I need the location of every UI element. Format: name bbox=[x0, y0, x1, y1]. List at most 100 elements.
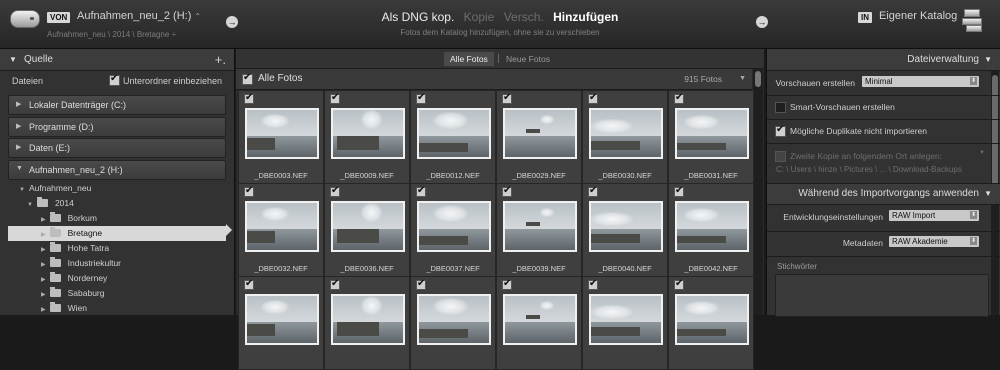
photo-thumbnail[interactable] bbox=[503, 201, 577, 252]
photo-cell[interactable]: _DBE0009.NEF bbox=[324, 90, 410, 184]
photo-cell[interactable]: _DBE0039.NEF bbox=[496, 183, 582, 277]
drive-label[interactable]: Daten (E:) bbox=[29, 143, 70, 153]
photo-cell[interactable]: _DBE0032.NEF bbox=[238, 183, 324, 277]
photo-checkbox[interactable] bbox=[330, 92, 340, 104]
photo-checkbox[interactable] bbox=[416, 278, 426, 290]
expand-icon[interactable]: ▶ bbox=[41, 247, 46, 253]
keywords-input[interactable] bbox=[775, 274, 989, 317]
source-panel-header[interactable]: ▼ Quelle +. bbox=[0, 49, 234, 71]
apply-during-import-header[interactable]: Während des Importvorgangs anwenden ▼ bbox=[767, 183, 1000, 205]
source-path-text[interactable]: Aufnahmen_neu \ 2014 \ Bretagne bbox=[47, 30, 169, 39]
folder-label[interactable]: Aufnahmen_neu bbox=[29, 183, 91, 193]
photo-thumbnail[interactable] bbox=[589, 108, 663, 159]
expand-icon[interactable]: ▶ bbox=[41, 307, 46, 313]
photo-checkbox[interactable] bbox=[674, 92, 684, 104]
collapse-icon[interactable]: ▼ bbox=[984, 189, 992, 198]
drive-row[interactable]: ▶ Lokaler Datenträger (C:) bbox=[8, 95, 226, 115]
photo-checkbox[interactable] bbox=[416, 185, 426, 197]
photo-cell[interactable] bbox=[410, 276, 496, 370]
previews-select[interactable]: Minimal ⬍ bbox=[862, 76, 979, 87]
folder-label[interactable]: Industriekultur bbox=[68, 258, 121, 268]
tree-folder[interactable]: ▼ Aufnahmen_neu bbox=[0, 181, 234, 196]
photo-thumbnail[interactable] bbox=[245, 294, 319, 345]
collapse-icon[interactable]: ▼ bbox=[16, 165, 23, 172]
folder-label[interactable]: Hohe Tatra bbox=[68, 243, 109, 253]
dropdown-icon[interactable]: ⬍ bbox=[970, 237, 977, 245]
drive-row[interactable]: ▶ Daten (E:) bbox=[8, 138, 226, 158]
expand-icon[interactable]: ▶ bbox=[41, 217, 46, 223]
chevron-icon[interactable]: ÷ bbox=[172, 30, 176, 39]
photo-thumbnail[interactable] bbox=[331, 294, 405, 345]
smart-previews-row[interactable]: Smart-Vorschauen erstellen bbox=[767, 100, 1000, 114]
photo-checkbox[interactable] bbox=[244, 278, 254, 290]
tree-folder[interactable]: ▶ Bretagne bbox=[0, 226, 234, 241]
photo-thumbnail[interactable] bbox=[675, 108, 749, 159]
folder-label[interactable]: Norderney bbox=[68, 273, 108, 283]
tree-folder[interactable]: ▶ Borkum bbox=[0, 211, 234, 226]
photo-thumbnail[interactable] bbox=[675, 294, 749, 345]
photo-checkbox[interactable] bbox=[416, 92, 426, 104]
collapse-icon[interactable]: ▼ bbox=[984, 55, 992, 64]
folder-label[interactable]: Borkum bbox=[68, 213, 97, 223]
smart-previews-label[interactable]: Smart-Vorschauen erstellen bbox=[790, 102, 895, 112]
tree-folder[interactable]: ▼ 2014 bbox=[0, 196, 234, 211]
photo-cell[interactable]: _DBE0029.NEF bbox=[496, 90, 582, 184]
expand-icon[interactable]: ▶ bbox=[16, 122, 21, 130]
photo-cell[interactable]: _DBE0042.NEF bbox=[668, 183, 754, 277]
photo-thumbnail[interactable] bbox=[589, 201, 663, 252]
mode-add[interactable]: Hinzufügen bbox=[553, 10, 618, 24]
photo-checkbox[interactable] bbox=[588, 278, 598, 290]
destination-catalog[interactable]: Eigener Katalog bbox=[879, 10, 957, 22]
smart-previews-checkbox[interactable] bbox=[775, 102, 786, 113]
photo-thumbnail[interactable] bbox=[503, 108, 577, 159]
collapse-icon[interactable]: ▼ bbox=[19, 187, 25, 193]
source-title[interactable]: Aufnahmen_neu_2 (H:) bbox=[77, 10, 191, 22]
photo-checkbox[interactable] bbox=[502, 185, 512, 197]
metadata-select[interactable]: RAW Akademie ⬍ bbox=[889, 236, 979, 247]
photo-thumbnail[interactable] bbox=[245, 201, 319, 252]
photo-thumbnail[interactable] bbox=[589, 294, 663, 345]
file-handling-header[interactable]: Dateiverwaltung ▼ bbox=[767, 49, 1000, 71]
tree-folder[interactable]: ▶ Norderney bbox=[0, 271, 234, 286]
tree-folder[interactable]: ▶ Wien bbox=[0, 301, 234, 316]
photo-checkbox[interactable] bbox=[330, 185, 340, 197]
folder-label[interactable]: Sababurg bbox=[68, 288, 105, 298]
previews-value[interactable]: Minimal bbox=[865, 77, 893, 86]
drive-label[interactable]: Aufnahmen_neu_2 (H:) bbox=[29, 165, 123, 175]
photo-thumbnail[interactable] bbox=[675, 201, 749, 252]
photo-thumbnail[interactable] bbox=[417, 294, 491, 345]
photo-cell[interactable]: _DBE0030.NEF bbox=[582, 90, 668, 184]
second-copy-row[interactable]: Zweite Kopie an folgendem Ort anlegen: ▼… bbox=[767, 149, 1000, 179]
expand-icon[interactable]: ▶ bbox=[41, 262, 46, 268]
photo-cell[interactable] bbox=[496, 276, 582, 370]
mode-copy[interactable]: Kopie bbox=[464, 10, 495, 24]
dropdown-icon[interactable]: ⬍ bbox=[970, 211, 977, 219]
collapse-icon[interactable]: ▼ bbox=[9, 55, 17, 64]
photo-cell[interactable]: _DBE0012.NEF bbox=[410, 90, 496, 184]
no-duplicates-label[interactable]: Mögliche Duplikate nicht importieren bbox=[790, 126, 927, 136]
dropdown-icon[interactable]: ⬍ bbox=[970, 77, 977, 85]
photo-checkbox[interactable] bbox=[244, 92, 254, 104]
photo-cell[interactable]: _DBE0040.NEF bbox=[582, 183, 668, 277]
drive-row[interactable]: ▶ Programme (D:) bbox=[8, 117, 226, 137]
photo-checkbox[interactable] bbox=[502, 92, 512, 104]
photo-thumbnail[interactable] bbox=[417, 201, 491, 252]
tab-new-photos[interactable]: Neue Fotos bbox=[500, 52, 556, 66]
mode-copy-dng[interactable]: Als DNG kop. bbox=[382, 10, 455, 24]
tree-folder[interactable]: ▶ Sababurg bbox=[0, 286, 234, 301]
photo-checkbox[interactable] bbox=[674, 185, 684, 197]
dropdown-icon[interactable]: ▼ bbox=[979, 150, 985, 156]
select-all-checkbox[interactable] bbox=[242, 72, 253, 85]
add-source-icon[interactable]: +. bbox=[215, 52, 226, 67]
expand-icon[interactable]: ▶ bbox=[41, 232, 46, 238]
mode-move[interactable]: Versch. bbox=[504, 10, 544, 24]
folder-label[interactable]: Bretagne bbox=[68, 228, 103, 238]
folder-label[interactable]: 2014 bbox=[55, 198, 74, 208]
chevron-icon[interactable]: ⌃ bbox=[194, 12, 201, 21]
grid-scrollbar[interactable] bbox=[753, 69, 763, 315]
photo-checkbox[interactable] bbox=[674, 278, 684, 290]
scrollbar-thumb[interactable] bbox=[755, 71, 761, 87]
photo-thumbnail[interactable] bbox=[331, 108, 405, 159]
photo-cell[interactable] bbox=[324, 276, 410, 370]
metadata-value[interactable]: RAW Akademie bbox=[892, 237, 948, 246]
